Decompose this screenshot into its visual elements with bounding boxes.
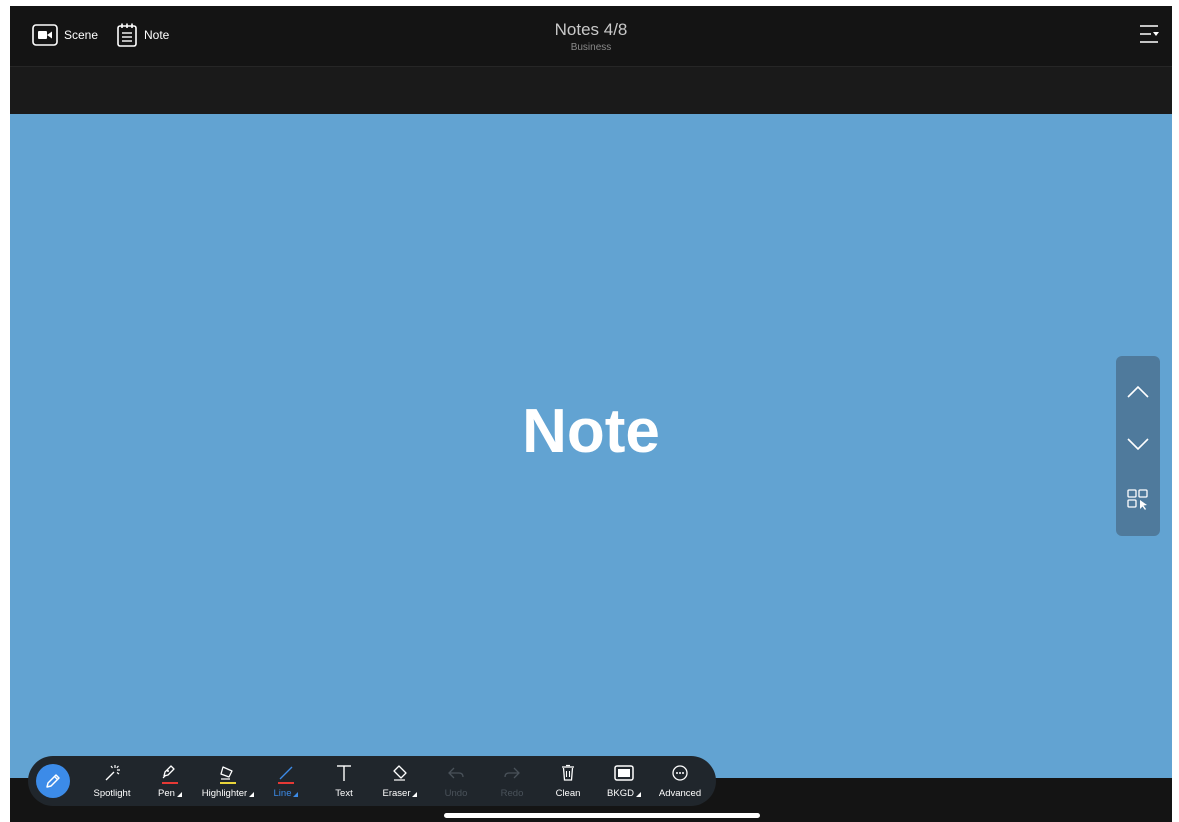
top-bar: Scene Note Notes 4/8 Business <box>10 6 1172 66</box>
chevron-down-icon <box>1127 438 1149 451</box>
clean-label: Clean <box>555 788 581 799</box>
text-label: Text <box>335 788 353 799</box>
trash-icon <box>562 764 574 781</box>
highlighter-tool[interactable]: Highlighter <box>196 762 260 802</box>
screen: Scene Note Notes 4/8 Business Note Spotl… <box>10 6 1172 822</box>
redo-button[interactable]: Redo <box>480 762 544 802</box>
eraser-label: Eraser <box>368 788 432 799</box>
line-label: Line <box>254 788 318 799</box>
home-indicator[interactable] <box>444 813 760 818</box>
more-icon <box>672 765 688 781</box>
page-title: Notes 4/8 <box>554 20 628 39</box>
menu-dropdown-icon <box>1140 25 1159 43</box>
pen-color-indicator <box>162 782 178 784</box>
advanced-label: Advanced <box>658 788 702 799</box>
scene-button[interactable]: Scene <box>32 22 98 48</box>
notepad-icon <box>116 22 138 48</box>
background-icon <box>614 765 634 781</box>
undo-button[interactable]: Undo <box>424 762 488 802</box>
spotlight-tool[interactable]: Spotlight <box>80 762 144 802</box>
pen-label: Pen <box>138 788 202 799</box>
eraser-tool[interactable]: Eraser <box>368 762 432 802</box>
pen-icon <box>162 765 175 779</box>
menu-button[interactable] <box>1138 22 1160 46</box>
background-tool[interactable]: BKGD <box>592 762 656 802</box>
pencil-icon <box>46 774 60 788</box>
slide-title: Note <box>522 397 660 466</box>
text-icon <box>337 765 351 781</box>
highlighter-icon <box>220 766 233 780</box>
previous-slide-button[interactable] <box>1116 370 1160 414</box>
line-icon <box>279 766 293 780</box>
note-button[interactable]: Note <box>116 22 169 48</box>
background-label: BKGD <box>592 788 656 799</box>
drawing-mode-button[interactable] <box>36 764 70 798</box>
next-slide-button[interactable] <box>1116 422 1160 466</box>
line-color-indicator <box>278 782 294 784</box>
slide-navigator <box>1116 356 1160 536</box>
undo-label: Undo <box>444 788 468 799</box>
advanced-button[interactable]: Advanced <box>648 762 712 802</box>
spotlight-label: Spotlight <box>93 788 131 799</box>
slide-overview-button[interactable] <box>1116 478 1160 522</box>
redo-icon <box>504 767 520 779</box>
video-camera-icon <box>32 24 58 46</box>
sub-bar <box>10 66 1172 115</box>
line-tool[interactable]: Line <box>254 762 318 802</box>
title-block: Notes 4/8 Business <box>10 20 1172 54</box>
redo-label: Redo <box>500 788 524 799</box>
highlighter-color-indicator <box>220 782 236 784</box>
note-label: Note <box>144 28 170 42</box>
clean-button[interactable]: Clean <box>536 762 600 802</box>
eraser-icon <box>393 765 407 781</box>
grid-select-icon <box>1127 489 1148 510</box>
pen-tool[interactable]: Pen <box>138 762 202 802</box>
page-subtitle: Business <box>570 42 612 53</box>
highlighter-label: Highlighter <box>196 788 260 799</box>
drawing-toolbar: Spotlight Pen Highlighter Line Text Eras… <box>28 756 716 806</box>
scene-label: Scene <box>64 28 99 42</box>
chevron-up-icon <box>1127 385 1149 398</box>
slide-canvas[interactable]: Note <box>10 114 1172 778</box>
undo-icon <box>448 767 464 779</box>
text-tool[interactable]: Text <box>312 762 376 802</box>
spotlight-icon <box>105 765 120 781</box>
